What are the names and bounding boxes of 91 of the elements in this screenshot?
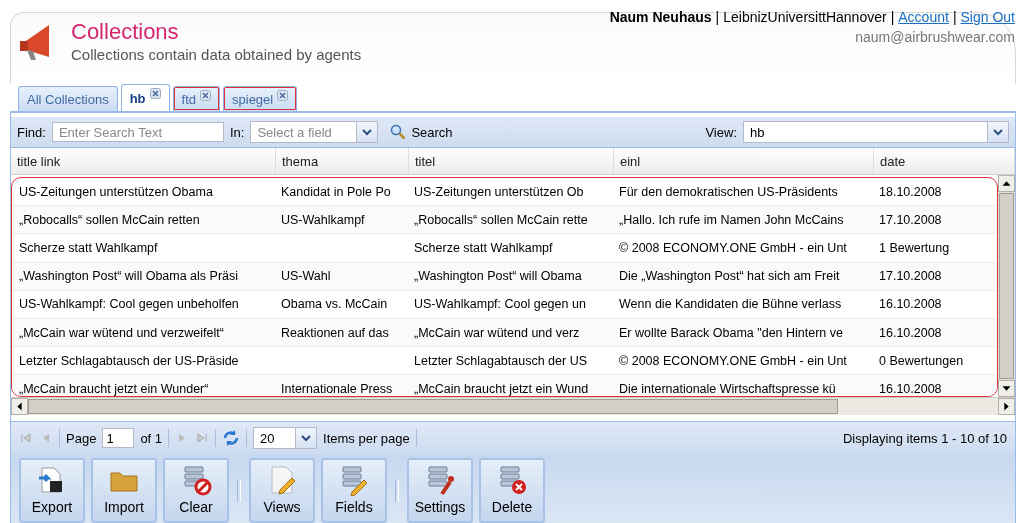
- table-cell-text: Scherze statt Wahlkampf: [18, 239, 159, 257]
- search-field[interactable]: Enter Search Text: [51, 122, 224, 142]
- views-button[interactable]: Views: [249, 458, 315, 523]
- page-field[interactable]: 1: [102, 428, 135, 448]
- table-cell-text: US-Wahlkampf: Cool gegen un: [413, 296, 587, 314]
- table-cell-text: Für den demokratischen US-Präsidents: [618, 183, 839, 201]
- table-cell-text: „Hallo. Ich rufe im Namen John McCains: [618, 211, 845, 229]
- items-per-page-label: Items per page: [323, 430, 410, 446]
- search-icon: [390, 124, 407, 140]
- table-cell-text: „Robocalls“ sollen McCain rette: [413, 211, 589, 229]
- close-icon[interactable]: [149, 88, 161, 99]
- table-cell-text: „McCain braucht jetzt ein Wund: [413, 380, 590, 396]
- account-link[interactable]: Account: [898, 9, 949, 25]
- separator-text: |: [715, 9, 720, 25]
- find-label: Find:: [17, 124, 46, 140]
- table-cell-text: 16.10.2008: [878, 296, 943, 314]
- table-cell-text: Kandidat in Pole Po: [280, 183, 392, 201]
- scroll-up-icon[interactable]: [998, 175, 1015, 192]
- table-cell-text: 18.10.2008: [878, 183, 943, 201]
- import-button[interactable]: Import: [91, 458, 157, 523]
- close-icon[interactable]: [200, 90, 211, 101]
- table-cell-text: „Washington Post“ will Obama als Präsi: [18, 268, 240, 286]
- view-label: View:: [705, 124, 737, 140]
- table-cell-text: Er wollte Barack Obama "den Hintern ve: [618, 324, 844, 342]
- caret-icon[interactable]: [987, 122, 1008, 142]
- vertical-scrollbar[interactable]: [998, 175, 1015, 397]
- table-cell-text: 17.10.2008: [878, 211, 943, 229]
- close-icon[interactable]: [277, 90, 289, 101]
- field-dropdown[interactable]: Select a field: [250, 121, 379, 143]
- scroll-left-icon[interactable]: [11, 398, 28, 415]
- in-label: In:: [229, 124, 245, 140]
- table-cell-text: US-Wahlkampf: [280, 211, 366, 229]
- collection-tab[interactable]: spiegel: [223, 86, 298, 111]
- separator-text: |: [952, 9, 957, 25]
- organization-name: LeibnizUniversittHannover: [723, 9, 887, 25]
- table-cell-text: Letzter Schlagabtausch der US: [413, 352, 589, 370]
- table-cell-text: © 2008 ECONOMY.ONE GmbH - ein Unt: [618, 352, 848, 370]
- table-cell-text: „Washington Post“ will Obama: [413, 268, 583, 286]
- table-cell-text: 16.10.2008: [878, 324, 943, 342]
- search-button[interactable]: Search: [384, 124, 459, 140]
- caret-icon[interactable]: [295, 428, 317, 448]
- user-name: Naum Neuhaus: [609, 9, 712, 25]
- view-dropdown[interactable]: hb: [743, 121, 1009, 143]
- column-header[interactable]: date: [874, 148, 1015, 174]
- delete-button[interactable]: Delete: [479, 458, 545, 523]
- table-cell-text: © 2008 ECONOMY.ONE GmbH - ein Unt: [618, 239, 848, 257]
- table-cell-text: US-Zeitungen unterstützen Ob: [413, 183, 585, 201]
- table-cell-text: Reaktionen auf das: [280, 324, 390, 342]
- settings-button[interactable]: Settings: [407, 458, 473, 523]
- column-header[interactable]: title link: [11, 148, 276, 174]
- page-subtitle: Collections contain data obtained by agents: [71, 46, 362, 63]
- caret-icon[interactable]: [356, 122, 378, 142]
- collection-tab[interactable]: ftd: [172, 86, 220, 111]
- table-cell-text: Internationale Press: [280, 380, 394, 396]
- table-cell-text: Die „Washington Post“ hat sich am Freit: [618, 268, 841, 286]
- table-cell-text: „Robocalls“ sollen McCain retten: [18, 211, 201, 229]
- table-cell-text: 1 Bewertung: [878, 239, 951, 257]
- refresh-icon[interactable]: [222, 429, 241, 447]
- display-status: Displaying items 1 - 10 of 10: [842, 430, 1007, 446]
- page-title: Collections: [71, 19, 180, 45]
- column-header[interactable]: titel: [409, 148, 614, 174]
- table-cell-text: „McCain braucht jetzt ein Wunder“: [18, 380, 210, 396]
- clear-button[interactable]: Clear: [163, 458, 229, 523]
- column-header[interactable]: einl: [614, 148, 874, 174]
- page-count: of 1: [140, 430, 163, 446]
- user-email: naum@airbrushwear.com: [855, 29, 1015, 45]
- separator-text: |: [890, 9, 895, 25]
- table-cell-text: 0 Bewertungen: [878, 352, 965, 370]
- table-cell-text: Die internationale Wirtschaftspresse kü: [618, 380, 837, 396]
- table-cell-text: Letzter Schlagabtausch der US-Präside: [18, 352, 240, 370]
- scroll-down-icon[interactable]: [998, 380, 1015, 397]
- table-cell-text: US-Wahl: [280, 268, 332, 286]
- fields-button[interactable]: Fields: [321, 458, 387, 523]
- table-cell-text: 16.10.2008: [878, 380, 943, 396]
- column-header[interactable]: thema: [276, 148, 409, 174]
- page-size-dropdown[interactable]: 20: [253, 427, 318, 449]
- collection-tab[interactable]: hb: [120, 84, 170, 111]
- table-cell-text: Wenn die Kandidaten die Bühne verlass: [618, 296, 843, 314]
- horizontal-scrollbar[interactable]: [11, 397, 1015, 415]
- scroll-right-icon[interactable]: [998, 398, 1015, 415]
- table-cell-text: „McCain war wütend und verz: [413, 324, 581, 342]
- export-button[interactable]: Export: [19, 458, 85, 523]
- table-cell-text: US-Wahlkampf: Cool gegen unbeholfen: [18, 296, 240, 314]
- table-cell-text: „McCain war wütend und verzweifelt“: [18, 324, 225, 342]
- table-cell-text: Scherze statt Wahlkampf: [413, 239, 554, 257]
- table-cell-text: 17.10.2008: [878, 268, 943, 286]
- table-cell-text: Obama vs. McCain: [280, 296, 389, 314]
- sign-out-link[interactable]: Sign Out: [960, 9, 1015, 25]
- page-label: Page: [66, 430, 97, 446]
- collection-tab[interactable]: All Collections: [18, 86, 118, 111]
- table-cell-text: US-Zeitungen unterstützen Obama: [18, 183, 214, 201]
